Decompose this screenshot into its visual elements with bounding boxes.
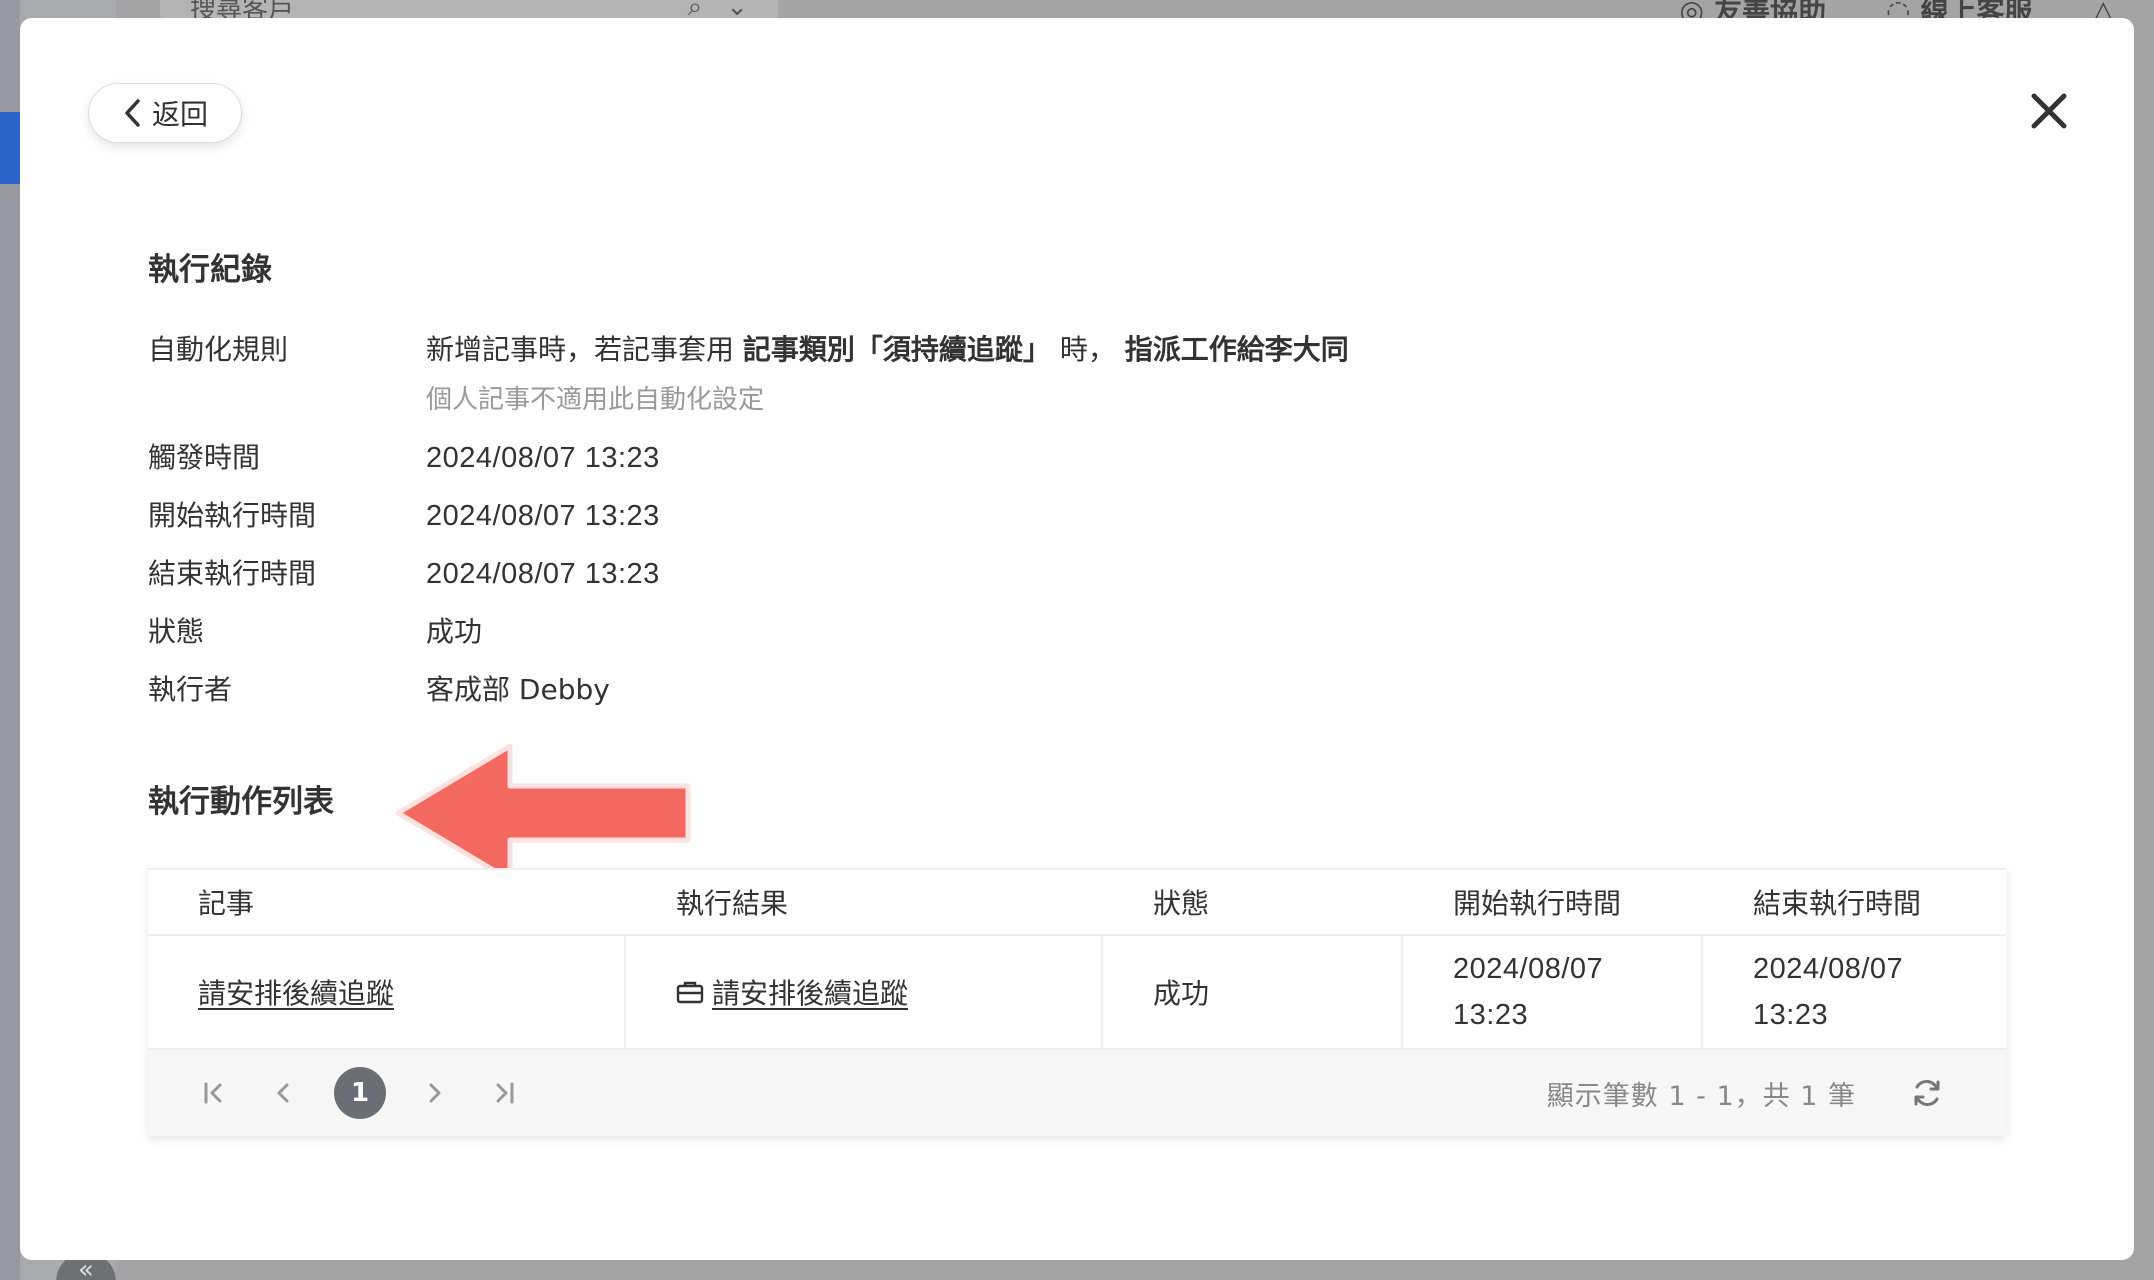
actions-title: 執行動作列表 (148, 784, 334, 820)
column-header-status: 狀態 (1153, 887, 1210, 920)
status-label: 狀態 (148, 615, 205, 648)
info-row-trigger-time: 觸發時間 2024/08/07 13:23 (148, 438, 1748, 478)
table-row: 請安排後續追蹤 請安排後續追蹤 成功 2024/08/07 13:23 2024… (148, 936, 2006, 1050)
chevron-left-icon (125, 99, 140, 127)
start-time-value: 2024/08/07 13:23 (426, 500, 660, 532)
column-header-end-time: 結束執行時間 (1753, 887, 1922, 920)
executor-label: 執行者 (148, 673, 233, 706)
background-active-indicator (0, 112, 20, 184)
page-number-current[interactable]: 1 (334, 1067, 386, 1119)
info-row-executor: 執行者 客成部 Debby (148, 670, 1748, 710)
table-header: 記事 執行結果 狀態 開始執行時間 結束執行時間 (148, 868, 2006, 936)
end-time-label: 結束執行時間 (148, 557, 317, 590)
record-count: 顯示筆數 1 - 1，共 1 筆 (1546, 1080, 1856, 1112)
prev-page-icon[interactable] (264, 1073, 304, 1113)
end-time-value: 2024/08/07 13:23 (426, 558, 660, 590)
back-button[interactable]: 返回 (88, 83, 242, 143)
info-row-start-time: 開始執行時間 2024/08/07 13:23 (148, 496, 1748, 536)
annotation-arrow-icon (395, 743, 691, 883)
actions-table: 記事 執行結果 狀態 開始執行時間 結束執行時間 請安排後續追蹤 請安排後續追蹤 (148, 868, 2006, 1136)
status-value: 成功 (426, 615, 483, 648)
pagination: 1 顯示筆數 1 - 1，共 1 筆 (148, 1050, 2006, 1136)
column-header-start-time: 開始執行時間 (1453, 887, 1622, 920)
row-start-time: 2024/08/07 13:23 (1453, 953, 1604, 1031)
column-header-note: 記事 (198, 887, 255, 920)
row-end-time: 2024/08/07 13:23 (1753, 953, 1904, 1031)
column-header-result: 執行結果 (676, 887, 789, 920)
executor-value: 客成部 Debby (426, 673, 610, 706)
rule-description: 新增記事時，若記事套用 記事類別「須持續追蹤」 時， 指派工作給李大同 (426, 333, 1349, 366)
background-left-rail (0, 0, 20, 1280)
record-title: 執行紀錄 (148, 252, 272, 288)
trigger-time-value: 2024/08/07 13:23 (426, 442, 660, 474)
info-row-rule: 自動化規則 新增記事時，若記事套用 記事類別「須持續追蹤」 時， 指派工作給李大… (148, 330, 1748, 420)
row-status: 成功 (1153, 977, 1210, 1010)
info-row-end-time: 結束執行時間 2024/08/07 13:23 (148, 554, 1748, 594)
briefcase-icon (676, 981, 704, 1004)
rule-label: 自動化規則 (148, 333, 289, 366)
start-time-label: 開始執行時間 (148, 499, 317, 532)
record-info: 自動化規則 新增記事時，若記事套用 記事類別「須持續追蹤」 時， 指派工作給李大… (148, 330, 1748, 728)
trigger-time-label: 觸發時間 (148, 441, 261, 474)
background-search-bar: 搜尋客戶 ⌕ ⌄ (160, 0, 778, 25)
first-page-icon[interactable] (194, 1073, 234, 1113)
execution-record-modal: 返回 執行紀錄 自動化規則 新增記事時，若記事套用 記事類別「須持續追蹤」 時，… (20, 18, 2134, 1260)
result-link-label: 請安排後續追蹤 (712, 977, 909, 1010)
refresh-icon[interactable] (1910, 1076, 1944, 1110)
back-button-label: 返回 (151, 98, 208, 131)
rule-action: 指派工作給李大同 (1124, 333, 1349, 366)
note-link[interactable]: 請安排後續追蹤 (198, 972, 394, 1012)
next-page-icon[interactable] (414, 1073, 454, 1113)
rule-note-category: 記事類別「須持續追蹤」 (742, 333, 1051, 366)
rule-note: 個人記事不適用此自動化設定 (426, 385, 765, 415)
info-row-status: 狀態 成功 (148, 612, 1748, 652)
last-page-icon[interactable] (484, 1073, 524, 1113)
result-link[interactable]: 請安排後續追蹤 (676, 972, 908, 1012)
close-icon[interactable] (2024, 86, 2074, 136)
